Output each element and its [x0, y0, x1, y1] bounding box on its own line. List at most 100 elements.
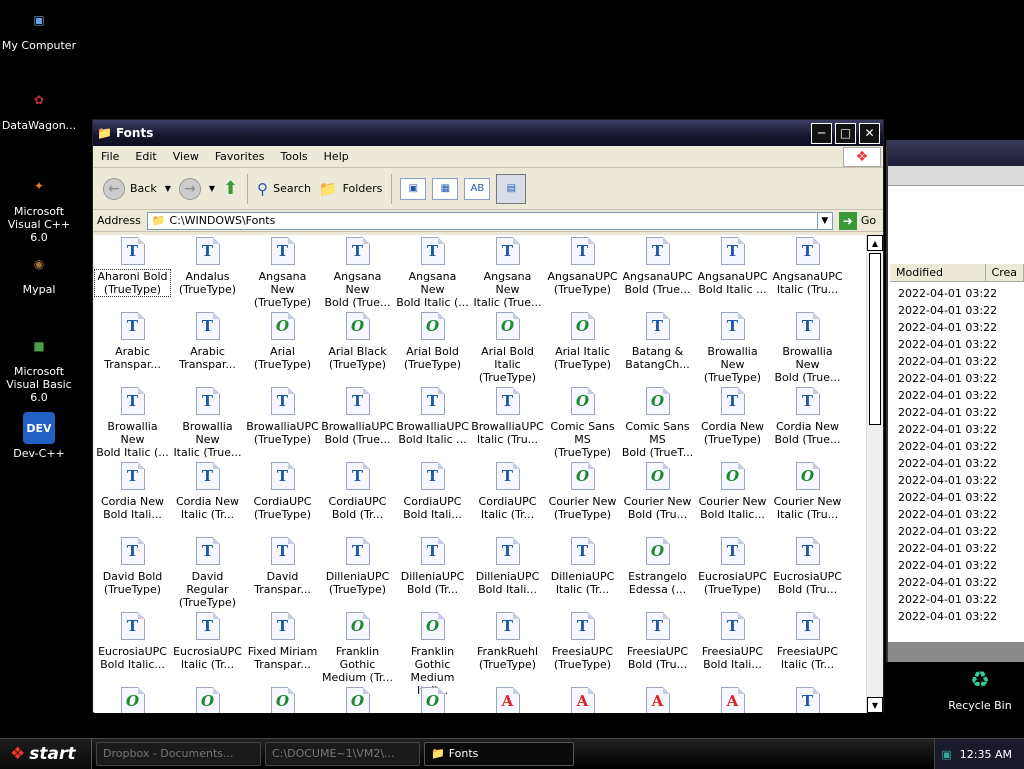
font-item[interactable]: O Comic Sans MS Bold (TrueT... — [620, 387, 695, 459]
font-item[interactable]: T Aharoni Bold (TrueType) — [94, 237, 171, 297]
list-item-modified[interactable]: 2022-04-01 03:22 — [898, 608, 1018, 620]
font-item[interactable]: O Courier New (TrueType) — [545, 462, 620, 521]
font-item[interactable]: O Arial Bold (TrueType) — [395, 312, 470, 371]
font-item[interactable]: T FreesiaUPC Bold Itali... — [695, 612, 770, 671]
font-item[interactable]: T Arabic Transpar... — [95, 312, 170, 371]
scroll-down-icon[interactable]: ▼ — [867, 697, 883, 713]
folders-button[interactable]: 📁 Folders — [315, 174, 386, 204]
font-item[interactable]: T DilleniaUPC (TrueType) — [320, 537, 395, 596]
start-button[interactable]: ❖ start — [0, 738, 92, 769]
task-7zip[interactable]: C:\DOCUME~1\VM2\... — [265, 741, 420, 766]
font-item[interactable]: T Fixed Miriam Transpar... — [245, 612, 320, 671]
list-item-modified[interactable]: 2022-04-01 03:22 — [898, 523, 1018, 540]
font-item[interactable]: T Angsana New Bold (True... — [320, 237, 395, 309]
menu-tools[interactable]: Tools — [273, 150, 316, 163]
font-item[interactable]: O Arial Bold Italic (TrueType) — [470, 312, 545, 384]
font-item[interactable]: T AngsanaUPC (TrueType) — [545, 237, 620, 296]
font-item[interactable]: T AngsanaUPC Bold (True... — [620, 237, 695, 296]
maximize-button[interactable]: □ — [835, 122, 856, 144]
scroll-up-icon[interactable]: ▲ — [867, 235, 883, 251]
network-icon[interactable]: ▣ — [941, 748, 951, 761]
list-item-modified[interactable]: 2022-04-01 03:22 — [898, 302, 1018, 319]
font-item[interactable]: O — [320, 687, 395, 713]
column-modified[interactable]: Modified — [890, 264, 986, 281]
font-item[interactable]: T Cordia New Bold (True... — [770, 387, 845, 446]
font-item[interactable]: O Arial Black (TrueType) — [320, 312, 395, 371]
up-folder-button[interactable]: ⬆ — [219, 174, 242, 204]
list-item-modified[interactable]: 2022-04-01 03:22 — [898, 421, 1018, 438]
font-item[interactable]: T Cordia New Italic (Tr... — [170, 462, 245, 521]
desktop-icon[interactable]: DEV Dev-C++ — [0, 412, 79, 460]
list-item-modified[interactable]: 2022-04-01 03:22 — [898, 455, 1018, 472]
desktop-icon[interactable]: ✿ DataWagon... — [0, 84, 79, 132]
background-window-titlebar[interactable] — [888, 140, 1024, 166]
view-list-button[interactable]: ▦ — [432, 177, 459, 200]
view-similarity-button[interactable]: AB — [464, 177, 491, 200]
menu-file[interactable]: File — [93, 150, 127, 163]
task-fonts[interactable]: 📁 Fonts — [424, 741, 574, 766]
font-item[interactable]: T BrowalliaUPC Italic (Tru... — [470, 387, 545, 446]
column-created[interactable]: Crea — [986, 264, 1024, 281]
font-item[interactable]: O — [95, 687, 170, 713]
font-item[interactable]: T EucrosiaUPC Bold (Tru... — [770, 537, 845, 596]
font-item[interactable]: T DilleniaUPC Bold (Tr... — [395, 537, 470, 596]
font-item[interactable]: OFranklin GothicMedium Itali... — [395, 612, 470, 697]
list-item-modified[interactable]: 2022-04-01 03:22 — [898, 557, 1018, 574]
font-item[interactable]: T Andalus (TrueType) — [170, 237, 245, 296]
font-item[interactable]: T DilleniaUPC Bold Itali... — [470, 537, 545, 596]
font-item[interactable]: T Browallia New Italic (True... — [170, 387, 245, 459]
view-large-icons-button[interactable]: ▣ — [400, 177, 427, 200]
font-item[interactable]: A — [695, 687, 770, 713]
font-item[interactable]: T Browallia New (TrueType) — [695, 312, 770, 384]
list-item-modified[interactable]: 2022-04-01 03:22 — [898, 489, 1018, 506]
font-item[interactable]: O Estrangelo Edessa (... — [620, 537, 695, 596]
back-button[interactable]: ← Back ▼ — [99, 174, 175, 204]
font-item[interactable]: T FrankRuehl (TrueType) — [470, 612, 545, 671]
font-item[interactable]: O — [170, 687, 245, 713]
desktop-icon[interactable]: ◉ Mypal — [0, 248, 79, 296]
recycle-bin[interactable]: ♻ Recycle Bin — [940, 664, 1020, 712]
go-button[interactable]: ➜ Go — [838, 211, 876, 230]
desktop-icon[interactable]: ▣ My Computer — [0, 4, 79, 52]
list-item-modified[interactable]: 2022-04-01 03:22 — [898, 336, 1018, 353]
font-item[interactable]: T Browallia New Bold Italic (... — [95, 387, 170, 459]
list-item-modified[interactable]: 2022-04-01 03:22 — [898, 319, 1018, 336]
font-item[interactable]: T FreesiaUPC (TrueType) — [545, 612, 620, 671]
menu-edit[interactable]: Edit — [127, 150, 164, 163]
menu-help[interactable]: Help — [316, 150, 357, 163]
scroll-thumb[interactable] — [869, 253, 881, 425]
font-item[interactable]: O Arial (TrueType) — [245, 312, 320, 371]
font-item[interactable]: T EucrosiaUPC Italic (Tr... — [170, 612, 245, 671]
font-item[interactable]: T — [770, 687, 845, 713]
font-item[interactable]: T Arabic Transpar... — [170, 312, 245, 371]
font-item[interactable]: O Courier New Bold (Tru... — [620, 462, 695, 521]
list-item-modified[interactable]: 2022-04-01 03:22 — [898, 574, 1018, 591]
address-dropdown-icon[interactable]: ▼ — [816, 211, 833, 230]
font-item[interactable]: T FreesiaUPC Bold (Tru... — [620, 612, 695, 671]
font-item[interactable]: T BrowalliaUPC Bold (True... — [320, 387, 395, 446]
font-item[interactable]: O Courier New Italic (Tru... — [770, 462, 845, 521]
view-details-button[interactable]: ▤ — [496, 173, 527, 204]
search-button[interactable]: ⚲ Search — [253, 174, 315, 204]
menu-view[interactable]: View — [165, 150, 207, 163]
forward-button[interactable]: → ▼ — [175, 174, 219, 204]
list-item-modified[interactable]: 2022-04-01 03:22 — [898, 285, 1018, 302]
title-bar[interactable]: 📁 Fonts ─ □ ✕ — [93, 120, 883, 146]
font-item[interactable]: O Courier New Bold Italic... — [695, 462, 770, 521]
list-item-modified[interactable]: 2022-04-01 03:22 — [898, 540, 1018, 557]
font-item[interactable]: T David Transpar... — [245, 537, 320, 596]
font-item[interactable]: T Angsana New Bold Italic (... — [395, 237, 470, 309]
menu-favorites[interactable]: Favorites — [207, 150, 273, 163]
list-item-modified[interactable]: 2022-04-01 03:22 — [898, 506, 1018, 523]
desktop-icon[interactable]: ✦ Microsoft Visual C++ 6.0 — [0, 170, 79, 244]
desktop-icon[interactable]: ■ Microsoft Visual Basic 6.0 — [0, 330, 79, 404]
font-item[interactable]: T EucrosiaUPC Bold Italic... — [95, 612, 170, 671]
font-item[interactable]: T DilleniaUPC Italic (Tr... — [545, 537, 620, 596]
list-item-modified[interactable]: 2022-04-01 03:22 — [898, 404, 1018, 421]
font-item[interactable]: T AngsanaUPC Italic (Tru... — [770, 237, 845, 296]
font-item[interactable]: O Franklin Gothic Medium (Tr... — [320, 612, 395, 684]
font-item[interactable]: A — [545, 687, 620, 713]
font-item[interactable]: T Browallia New Bold (True... — [770, 312, 845, 384]
font-item[interactable]: T David Regular (TrueType) — [170, 537, 245, 609]
list-item-modified[interactable]: 2022-04-01 03:22 — [898, 472, 1018, 489]
